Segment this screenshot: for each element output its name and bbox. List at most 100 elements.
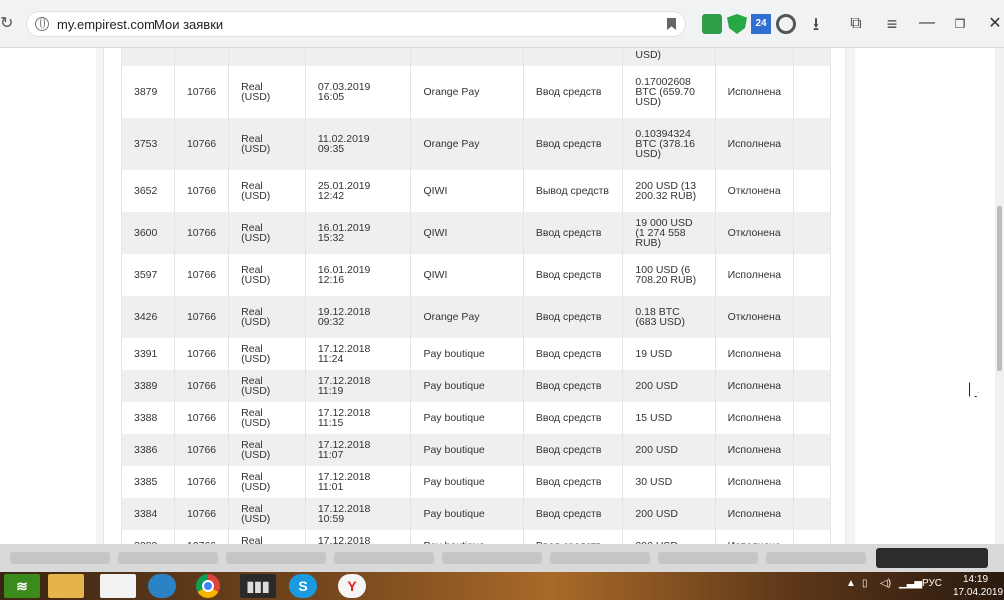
taskbar: ≋ ▮▮▮ S Y ▲ ▯ ◁) ▁▃▅ РУС 14:19 17.04.201… <box>0 572 1004 600</box>
table-row: 3652 10766 Real (USD) 25.01.2019 12:42 QIWI В… <box>121 170 831 212</box>
settings-extension-icon[interactable] <box>776 14 796 34</box>
blurred-item <box>118 552 218 564</box>
signal-icon[interactable]: ▁▃▅ <box>899 578 922 589</box>
clock-time[interactable]: 14:19 <box>963 574 988 585</box>
cell-actions <box>793 498 831 530</box>
cell-account-type: Real (USD) <box>228 370 306 402</box>
cell-status: Исполнена <box>715 530 795 544</box>
reload-icon[interactable]: ↻ <box>0 14 14 34</box>
volume-icon[interactable]: ◁) <box>880 578 891 589</box>
scrollbar-thumb[interactable] <box>997 206 1002 371</box>
table-row: 3600 10766 Real (USD) 16.01.2019 15:32 QIWI В… <box>121 212 831 254</box>
cell-account: 10766 <box>174 118 230 170</box>
cell-amount: 19 USD <box>622 338 716 370</box>
equalizer-app-icon[interactable]: ▮▮▮ <box>240 574 276 598</box>
blurred-item <box>334 552 434 564</box>
cell-payment-system: Pay boutique <box>410 466 524 498</box>
cell-date: 17.12.2018 10:58 <box>305 530 412 544</box>
blurred-bar <box>0 544 1004 572</box>
cell-account-type: Real (USD) <box>228 170 306 212</box>
cell-operation: Ввод средств <box>523 254 624 296</box>
cell-date: 17.12.2018 10:59 <box>305 498 412 530</box>
address-url[interactable]: my.empirest.com <box>57 17 155 32</box>
clock-date[interactable]: 17.04.2019 <box>953 587 1003 598</box>
cell-status: Исполнена <box>715 466 795 498</box>
cell-actions <box>793 118 831 170</box>
cell-operation: Ввод средств <box>523 338 624 370</box>
cell-payment-system: QIWI <box>410 212 524 254</box>
shield-extension-icon[interactable] <box>727 14 747 34</box>
cell-account: 10766 <box>174 254 230 296</box>
card-border-right <box>845 48 855 544</box>
cell-account-type: Real (USD) <box>228 212 306 254</box>
cell-actions <box>793 434 831 466</box>
cell-account-type: Real (USD) <box>228 254 306 296</box>
cell-amount: 30 USD <box>622 466 716 498</box>
extension-24-icon[interactable]: 24 <box>751 14 771 34</box>
table-row: 3386 10766 Real (USD) 17.12.2018 11:07 Pay b… <box>121 434 831 466</box>
cell-date: 17.12.2018 11:15 <box>305 402 412 434</box>
vertical-scrollbar[interactable] <box>995 48 1004 544</box>
chrome-icon[interactable] <box>192 574 228 598</box>
cell-actions <box>793 66 831 118</box>
tray-expand-icon[interactable]: ▲ <box>846 578 856 589</box>
cell-status: Исполнена <box>715 402 795 434</box>
cell-status: Исполнена <box>715 370 795 402</box>
cell-operation: Ввод средств <box>523 530 624 544</box>
bookmark-icon[interactable] <box>667 18 676 30</box>
folder-icon[interactable] <box>48 574 84 598</box>
cell-operation: Ввод средств <box>523 212 624 254</box>
cell-operation: Ввод средств <box>523 66 624 118</box>
document-icon[interactable] <box>100 574 136 598</box>
cell-account: 10766 <box>174 530 230 544</box>
cell-payment-system: Pay boutique <box>410 402 524 434</box>
cell-operation: Ввод средств <box>523 466 624 498</box>
cell-amount: 19 000 USD (1 274 558 RUB) <box>622 212 716 254</box>
cell-status: Исполнена <box>715 498 795 530</box>
cell-actions <box>793 466 831 498</box>
blurred-item <box>550 552 650 564</box>
cell-date: 07.03.2019 16:05 <box>305 66 412 118</box>
minimize-icon[interactable]: — <box>917 14 937 34</box>
table-row-partial: USD) <box>121 48 831 66</box>
menu-icon[interactable]: ≡ <box>882 14 902 34</box>
page-title: Мои заявки <box>154 17 224 32</box>
skype-icon[interactable]: S <box>289 574 317 598</box>
cell-date: 17.12.2018 11:07 <box>305 434 412 466</box>
language-indicator[interactable]: РУС <box>922 578 942 589</box>
blurred-item <box>442 552 542 564</box>
cell-amount: 15 USD <box>622 402 716 434</box>
yandex-browser-icon[interactable]: Y <box>338 574 366 598</box>
download-icon[interactable]: ⭳ <box>806 14 826 34</box>
cell-account: 10766 <box>174 66 230 118</box>
cell-operation: Ввод средств <box>523 498 624 530</box>
close-icon[interactable]: ✕ <box>985 14 1004 34</box>
cell-actions <box>793 530 831 544</box>
cell-payment-system: Pay boutique <box>410 530 524 544</box>
wifi-app-icon[interactable]: ≋ <box>4 574 40 598</box>
cell-amount: 0.17002608 BTC (659.70 USD) <box>622 66 716 118</box>
cell-amount: USD) <box>622 48 716 66</box>
table-row: 3388 10766 Real (USD) 17.12.2018 11:15 Pay b… <box>121 402 831 434</box>
cell-status: Исполнена <box>715 338 795 370</box>
cell-id: 3652 <box>121 170 175 212</box>
cell-actions <box>793 338 831 370</box>
share-icon[interactable]: ⧉ <box>846 14 866 34</box>
cell-account-type: Real (USD) <box>228 402 306 434</box>
address-bar[interactable]: my.empirest.com Мои заявки <box>26 11 686 37</box>
cell-actions <box>793 370 831 402</box>
blurred-item <box>10 552 110 564</box>
cell-actions <box>793 254 831 296</box>
cell-account: 10766 <box>174 434 230 466</box>
table-row: 3389 10766 Real (USD) 17.12.2018 11:19 Pay b… <box>121 370 831 402</box>
globe-icon <box>35 17 49 31</box>
translate-extension-icon[interactable] <box>702 14 722 34</box>
cell-account-type: Real (USD) <box>228 118 306 170</box>
cell-account-type: Real (USD) <box>228 434 306 466</box>
network-icon[interactable]: ▯ <box>862 578 868 589</box>
cell-amount: 200 USD <box>622 498 716 530</box>
restore-icon[interactable]: ❐ <box>950 14 970 34</box>
cell-operation: Ввод средств <box>523 118 624 170</box>
browser-circle-icon[interactable] <box>148 574 176 598</box>
blurred-item <box>766 552 866 564</box>
